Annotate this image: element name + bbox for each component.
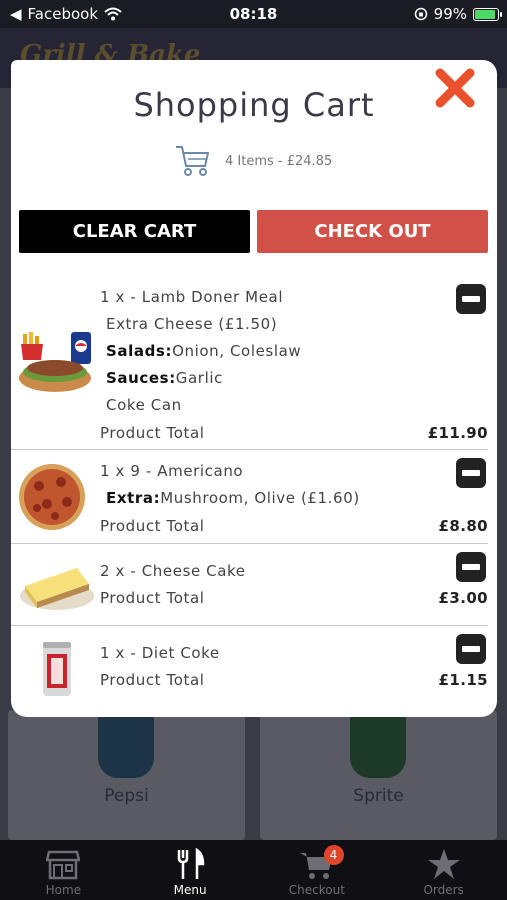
product-total-value: £11.90 — [427, 424, 488, 442]
item-extra: Extra:Mushroom, Olive (£1.60) — [106, 489, 360, 507]
tab-label: Home — [45, 883, 82, 897]
cart-icon — [176, 146, 209, 176]
cart-summary-text: 4 Items - £24.85 — [225, 153, 333, 169]
item-name: 1 x - Diet Coke — [100, 644, 220, 662]
tab-home[interactable]: Home — [0, 840, 127, 900]
doner-meal-image — [19, 332, 91, 392]
tab-menu[interactable]: Menu — [127, 840, 254, 900]
orientation-lock-icon — [414, 7, 427, 21]
item-extra: Extra Cheese (£1.50) — [106, 315, 278, 333]
cart-items-list: 1 x - Lamb Doner Meal Extra Cheese (£1.5… — [11, 270, 497, 712]
tab-bar: Home Menu Checkout 4 Orders — [0, 840, 507, 900]
cart-item: 1 x - Diet Coke Product Total £1.15 — [11, 626, 488, 712]
tab-orders[interactable]: Orders — [380, 840, 507, 900]
menu-card-label: Pepsi — [104, 786, 149, 806]
cart-summary: 4 Items - £24.85 — [175, 144, 332, 178]
battery-icon — [473, 7, 502, 21]
remove-item-button[interactable] — [456, 458, 486, 488]
product-total-label: Product Total — [100, 517, 205, 535]
modal-title: Shopping Cart — [133, 86, 375, 124]
shopping-cart-modal: Shopping Cart 4 Items - £24.85 CLEAR CAR… — [11, 60, 497, 717]
product-total-value: £3.00 — [438, 589, 488, 607]
product-total-label: Product Total — [100, 424, 205, 442]
item-sauces: Sauces:Garlic — [106, 369, 223, 387]
remove-item-button[interactable] — [456, 284, 486, 314]
check-out-button[interactable]: CHECK OUT — [257, 210, 488, 253]
tab-label: Checkout — [288, 883, 345, 897]
product-total-label: Product Total — [100, 671, 205, 689]
menu-card-label: Sprite — [353, 786, 404, 806]
battery-percent: 99% — [433, 5, 467, 23]
remove-item-button[interactable] — [456, 634, 486, 664]
product-total-value: £8.80 — [438, 517, 488, 535]
pizza-image — [19, 464, 85, 530]
tab-checkout[interactable]: Checkout 4 — [254, 840, 381, 900]
clear-cart-button[interactable]: CLEAR CART — [19, 210, 250, 253]
store-icon — [46, 850, 81, 880]
remove-item-button[interactable] — [456, 552, 486, 582]
status-bar: ◀ Facebook 08:18 99% — [0, 0, 507, 28]
item-name: 1 x 9 - Americano — [100, 462, 244, 480]
menu-card-pepsi[interactable]: Pepsi — [8, 710, 245, 840]
cart-count-badge: 4 — [323, 845, 344, 865]
cart-item: 2 x - Cheese Cake Product Total £3.00 — [11, 544, 488, 626]
diet-coke-image — [43, 642, 71, 696]
tab-label: Orders — [423, 883, 464, 897]
item-name: 1 x - Lamb Doner Meal — [100, 288, 284, 306]
cart-item: 1 x - Lamb Doner Meal Extra Cheese (£1.5… — [11, 270, 488, 450]
product-total-value: £1.15 — [438, 671, 488, 689]
item-name: 2 x - Cheese Cake — [100, 562, 246, 580]
sprite-can-image — [350, 714, 406, 778]
pepsi-can-image — [98, 714, 154, 778]
fork-knife-icon — [177, 848, 205, 879]
product-total-label: Product Total — [100, 589, 205, 607]
item-salads: Salads:Onion, Coleslaw — [106, 342, 302, 360]
star-icon — [427, 849, 460, 879]
cheese-cake-image — [20, 568, 94, 610]
menu-card-sprite[interactable]: Sprite — [260, 710, 497, 840]
cart-item: 1 x 9 - Americano Extra:Mushroom, Olive … — [11, 450, 488, 544]
tab-label: Menu — [173, 883, 207, 897]
item-drink: Coke Can — [106, 396, 182, 414]
